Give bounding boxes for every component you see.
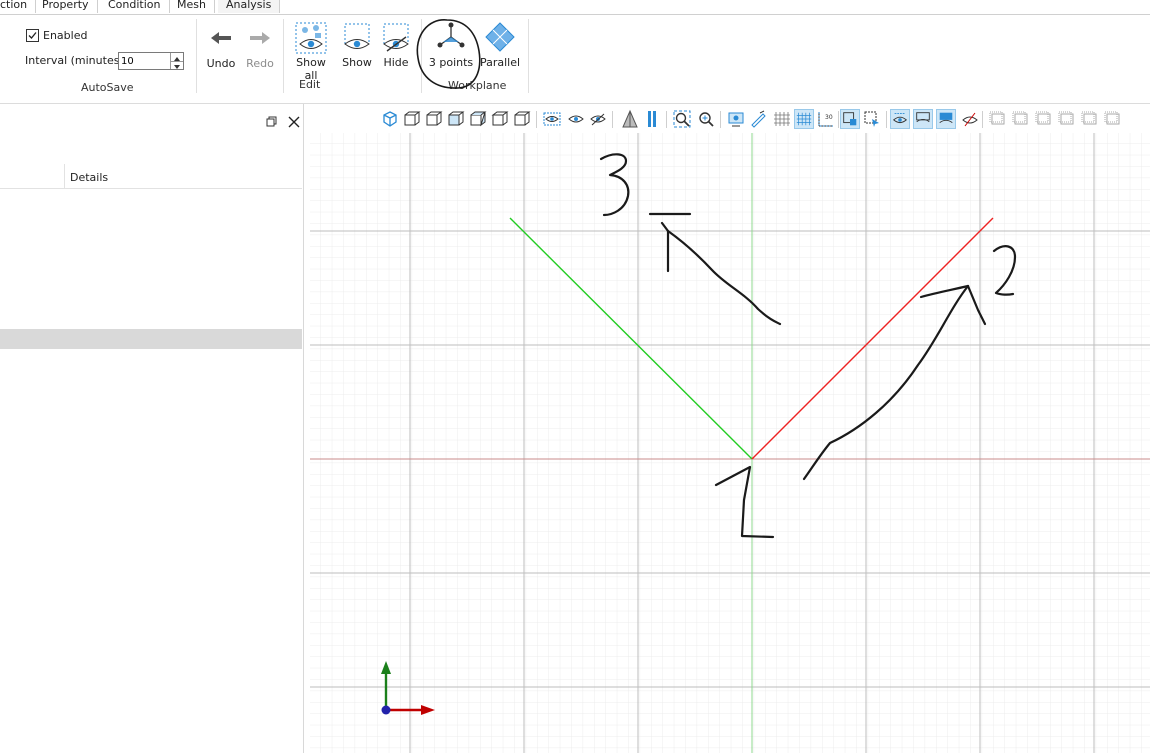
zoom-fit-icon[interactable] — [672, 109, 692, 129]
show-eye-icon[interactable] — [566, 109, 586, 129]
redo-arrow-icon — [250, 32, 270, 44]
interval-input[interactable] — [121, 53, 165, 69]
redo-button[interactable]: Redo — [243, 27, 277, 70]
svg-text:30: 30 — [825, 114, 833, 121]
right-view-icon[interactable] — [468, 109, 488, 129]
iso-view-icon[interactable] — [380, 109, 400, 129]
tab-property[interactable]: Property — [34, 0, 98, 13]
stepper-down-icon[interactable] — [170, 61, 183, 69]
properties-panel: Details — [0, 104, 304, 753]
column-divider[interactable] — [64, 164, 65, 188]
panel-table-header — [0, 164, 302, 189]
tab-section[interactable]: ction — [0, 0, 37, 13]
workplane-group-label: Workplane — [448, 79, 507, 92]
show-all-eye-icon[interactable] — [542, 109, 562, 129]
parallel-button[interactable]: Parallel — [479, 21, 521, 69]
view-mode-3-icon[interactable] — [936, 109, 956, 129]
bottom-view-icon[interactable] — [512, 109, 532, 129]
back-view-icon[interactable] — [424, 109, 444, 129]
z-axis-dot — [381, 705, 391, 715]
group-divider — [283, 19, 284, 93]
view-mode-1-icon[interactable] — [890, 109, 910, 129]
tab-analysis[interactable]: Analysis — [218, 0, 281, 13]
edit-group-label: Edit — [299, 78, 321, 91]
close-panel-icon[interactable] — [287, 115, 301, 132]
show-button[interactable]: Show — [338, 22, 376, 69]
selected-row[interactable] — [0, 329, 302, 349]
interval-stepper[interactable] — [118, 52, 184, 70]
layer-1-icon[interactable] — [988, 109, 1008, 129]
layer-6-icon[interactable] — [1103, 109, 1123, 129]
group-divider — [196, 19, 197, 93]
hide-eye-icon — [383, 23, 409, 52]
select-box-icon[interactable] — [840, 109, 860, 129]
zoom-icon[interactable] — [696, 109, 716, 129]
annotation-label-one: 1 — [310, 133, 311, 134]
undo-button[interactable]: Undo — [204, 27, 238, 70]
front-view-icon[interactable] — [402, 109, 422, 129]
tab-mesh[interactable]: Mesh — [169, 0, 215, 13]
hide-button[interactable]: Hide — [378, 22, 414, 69]
orthographic-icon[interactable] — [642, 109, 662, 129]
ribbon: Enabled Interval (minutes) AutoSave Undo… — [0, 15, 1150, 104]
show-all-icon — [295, 22, 327, 54]
check-icon — [28, 32, 37, 39]
view-mode-2-icon[interactable] — [913, 109, 933, 129]
left-view-icon[interactable] — [446, 109, 466, 129]
interval-label: Interval (minutes) — [25, 54, 124, 67]
display-settings-icon[interactable] — [726, 109, 746, 129]
minor-grid — [310, 133, 1150, 753]
parallel-plane-icon — [485, 22, 515, 52]
autosave-group-label: AutoSave — [81, 81, 134, 94]
three-points-icon — [437, 22, 465, 48]
layer-5-icon[interactable] — [1080, 109, 1100, 129]
column-header-details[interactable]: Details — [70, 171, 108, 184]
grid-snap-icon[interactable] — [794, 109, 814, 129]
group-divider — [528, 19, 529, 93]
layer-2-icon[interactable] — [1011, 109, 1031, 129]
top-view-icon[interactable] — [490, 109, 510, 129]
grid-icon[interactable] — [772, 109, 792, 129]
undo-arrow-icon — [211, 32, 231, 44]
layer-3-icon[interactable] — [1034, 109, 1054, 129]
enabled-label: Enabled — [43, 29, 88, 42]
viewport-canvas[interactable] — [310, 133, 1150, 753]
group-divider — [421, 19, 422, 93]
angle-snap-icon[interactable]: 30 — [816, 109, 836, 129]
tab-condition[interactable]: Condition — [100, 0, 170, 13]
perspective-icon[interactable] — [620, 109, 640, 129]
restore-window-icon[interactable] — [266, 116, 278, 131]
ribbon-tab-strip: ction Property Condition Mesh Analysis — [0, 0, 1150, 15]
select-cross-icon[interactable] — [862, 109, 882, 129]
enabled-checkbox[interactable] — [26, 29, 39, 42]
layer-4-icon[interactable] — [1057, 109, 1077, 129]
show-eye-icon — [344, 23, 370, 49]
section-view-icon[interactable] — [960, 109, 980, 129]
three-points-button[interactable]: 3 points — [428, 21, 474, 69]
measure-icon[interactable] — [748, 109, 768, 129]
3d-viewport[interactable]: 1 2 3 — [310, 133, 1150, 753]
hide-eye-icon[interactable] — [588, 109, 608, 129]
show-all-button[interactable]: Show all — [288, 22, 334, 82]
